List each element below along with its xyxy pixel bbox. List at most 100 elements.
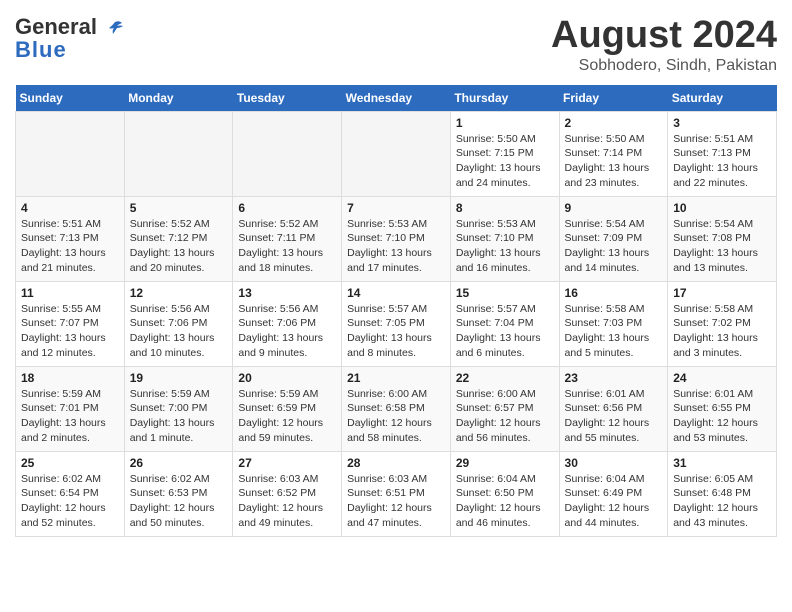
day-info: Sunrise: 5:51 AMSunset: 7:13 PMDaylight:…	[673, 132, 771, 191]
table-cell: 1 Sunrise: 5:50 AMSunset: 7:15 PMDayligh…	[450, 111, 559, 196]
day-number: 7	[347, 201, 445, 215]
day-info: Sunrise: 6:03 AMSunset: 6:51 PMDaylight:…	[347, 472, 445, 531]
table-cell: 4 Sunrise: 5:51 AMSunset: 7:13 PMDayligh…	[16, 196, 125, 281]
day-number: 16	[565, 286, 663, 300]
day-number: 3	[673, 116, 771, 130]
day-info: Sunrise: 6:02 AMSunset: 6:53 PMDaylight:…	[130, 472, 228, 531]
day-info: Sunrise: 5:50 AMSunset: 7:14 PMDaylight:…	[565, 132, 663, 191]
col-wednesday: Wednesday	[342, 85, 451, 112]
table-cell: 27 Sunrise: 6:03 AMSunset: 6:52 PMDaylig…	[233, 451, 342, 536]
col-tuesday: Tuesday	[233, 85, 342, 112]
day-info: Sunrise: 6:05 AMSunset: 6:48 PMDaylight:…	[673, 472, 771, 531]
day-number: 29	[456, 456, 554, 470]
main-title: August 2024	[551, 15, 777, 57]
col-sunday: Sunday	[16, 85, 125, 112]
day-info: Sunrise: 5:58 AMSunset: 7:03 PMDaylight:…	[565, 302, 663, 361]
logo-bird-icon	[105, 18, 125, 38]
table-cell: 24 Sunrise: 6:01 AMSunset: 6:55 PMDaylig…	[668, 366, 777, 451]
day-info: Sunrise: 5:57 AMSunset: 7:05 PMDaylight:…	[347, 302, 445, 361]
table-cell: 5 Sunrise: 5:52 AMSunset: 7:12 PMDayligh…	[124, 196, 233, 281]
day-info: Sunrise: 5:55 AMSunset: 7:07 PMDaylight:…	[21, 302, 119, 361]
day-number: 4	[21, 201, 119, 215]
table-cell: 16 Sunrise: 5:58 AMSunset: 7:03 PMDaylig…	[559, 281, 668, 366]
day-number: 13	[238, 286, 336, 300]
day-info: Sunrise: 5:50 AMSunset: 7:15 PMDaylight:…	[456, 132, 554, 191]
day-number: 5	[130, 201, 228, 215]
table-cell: 28 Sunrise: 6:03 AMSunset: 6:51 PMDaylig…	[342, 451, 451, 536]
table-cell: 26 Sunrise: 6:02 AMSunset: 6:53 PMDaylig…	[124, 451, 233, 536]
day-info: Sunrise: 6:00 AMSunset: 6:58 PMDaylight:…	[347, 387, 445, 446]
day-info: Sunrise: 5:59 AMSunset: 7:01 PMDaylight:…	[21, 387, 119, 446]
table-cell	[16, 111, 125, 196]
table-cell: 3 Sunrise: 5:51 AMSunset: 7:13 PMDayligh…	[668, 111, 777, 196]
table-cell: 6 Sunrise: 5:52 AMSunset: 7:11 PMDayligh…	[233, 196, 342, 281]
logo-blue: Blue	[15, 37, 67, 63]
table-cell: 9 Sunrise: 5:54 AMSunset: 7:09 PMDayligh…	[559, 196, 668, 281]
title-section: August 2024 Sobhodero, Sindh, Pakistan	[551, 15, 777, 75]
table-cell	[233, 111, 342, 196]
table-cell: 15 Sunrise: 5:57 AMSunset: 7:04 PMDaylig…	[450, 281, 559, 366]
page-header: General Blue August 2024 Sobhodero, Sind…	[15, 15, 777, 75]
col-monday: Monday	[124, 85, 233, 112]
day-number: 27	[238, 456, 336, 470]
day-number: 8	[456, 201, 554, 215]
day-info: Sunrise: 6:01 AMSunset: 6:56 PMDaylight:…	[565, 387, 663, 446]
day-number: 23	[565, 371, 663, 385]
day-number: 25	[21, 456, 119, 470]
day-info: Sunrise: 5:54 AMSunset: 7:08 PMDaylight:…	[673, 217, 771, 276]
day-number: 20	[238, 371, 336, 385]
table-cell: 23 Sunrise: 6:01 AMSunset: 6:56 PMDaylig…	[559, 366, 668, 451]
day-number: 28	[347, 456, 445, 470]
table-cell: 31 Sunrise: 6:05 AMSunset: 6:48 PMDaylig…	[668, 451, 777, 536]
table-cell: 19 Sunrise: 5:59 AMSunset: 7:00 PMDaylig…	[124, 366, 233, 451]
col-friday: Friday	[559, 85, 668, 112]
day-number: 6	[238, 201, 336, 215]
day-info: Sunrise: 5:53 AMSunset: 7:10 PMDaylight:…	[347, 217, 445, 276]
week-row-5: 25 Sunrise: 6:02 AMSunset: 6:54 PMDaylig…	[16, 451, 777, 536]
table-cell: 12 Sunrise: 5:56 AMSunset: 7:06 PMDaylig…	[124, 281, 233, 366]
day-info: Sunrise: 6:04 AMSunset: 6:49 PMDaylight:…	[565, 472, 663, 531]
day-info: Sunrise: 5:53 AMSunset: 7:10 PMDaylight:…	[456, 217, 554, 276]
table-cell: 20 Sunrise: 5:59 AMSunset: 6:59 PMDaylig…	[233, 366, 342, 451]
table-cell	[342, 111, 451, 196]
day-info: Sunrise: 5:52 AMSunset: 7:12 PMDaylight:…	[130, 217, 228, 276]
table-cell: 17 Sunrise: 5:58 AMSunset: 7:02 PMDaylig…	[668, 281, 777, 366]
table-cell: 30 Sunrise: 6:04 AMSunset: 6:49 PMDaylig…	[559, 451, 668, 536]
day-number: 21	[347, 371, 445, 385]
day-info: Sunrise: 5:58 AMSunset: 7:02 PMDaylight:…	[673, 302, 771, 361]
col-saturday: Saturday	[668, 85, 777, 112]
day-info: Sunrise: 5:56 AMSunset: 7:06 PMDaylight:…	[238, 302, 336, 361]
day-number: 30	[565, 456, 663, 470]
week-row-2: 4 Sunrise: 5:51 AMSunset: 7:13 PMDayligh…	[16, 196, 777, 281]
day-info: Sunrise: 6:03 AMSunset: 6:52 PMDaylight:…	[238, 472, 336, 531]
day-number: 15	[456, 286, 554, 300]
table-cell: 11 Sunrise: 5:55 AMSunset: 7:07 PMDaylig…	[16, 281, 125, 366]
week-row-1: 1 Sunrise: 5:50 AMSunset: 7:15 PMDayligh…	[16, 111, 777, 196]
day-info: Sunrise: 6:04 AMSunset: 6:50 PMDaylight:…	[456, 472, 554, 531]
table-cell: 13 Sunrise: 5:56 AMSunset: 7:06 PMDaylig…	[233, 281, 342, 366]
day-number: 11	[21, 286, 119, 300]
day-info: Sunrise: 6:02 AMSunset: 6:54 PMDaylight:…	[21, 472, 119, 531]
table-cell: 8 Sunrise: 5:53 AMSunset: 7:10 PMDayligh…	[450, 196, 559, 281]
day-info: Sunrise: 5:57 AMSunset: 7:04 PMDaylight:…	[456, 302, 554, 361]
table-cell: 18 Sunrise: 5:59 AMSunset: 7:01 PMDaylig…	[16, 366, 125, 451]
day-info: Sunrise: 6:00 AMSunset: 6:57 PMDaylight:…	[456, 387, 554, 446]
day-info: Sunrise: 5:54 AMSunset: 7:09 PMDaylight:…	[565, 217, 663, 276]
day-number: 10	[673, 201, 771, 215]
table-cell: 7 Sunrise: 5:53 AMSunset: 7:10 PMDayligh…	[342, 196, 451, 281]
day-number: 14	[347, 286, 445, 300]
day-number: 19	[130, 371, 228, 385]
day-info: Sunrise: 5:59 AMSunset: 6:59 PMDaylight:…	[238, 387, 336, 446]
day-number: 18	[21, 371, 119, 385]
table-cell: 14 Sunrise: 5:57 AMSunset: 7:05 PMDaylig…	[342, 281, 451, 366]
table-cell	[124, 111, 233, 196]
table-cell: 29 Sunrise: 6:04 AMSunset: 6:50 PMDaylig…	[450, 451, 559, 536]
table-cell: 25 Sunrise: 6:02 AMSunset: 6:54 PMDaylig…	[16, 451, 125, 536]
calendar-table: Sunday Monday Tuesday Wednesday Thursday…	[15, 85, 777, 537]
week-row-4: 18 Sunrise: 5:59 AMSunset: 7:01 PMDaylig…	[16, 366, 777, 451]
day-number: 31	[673, 456, 771, 470]
logo: General Blue	[15, 15, 125, 63]
day-info: Sunrise: 5:51 AMSunset: 7:13 PMDaylight:…	[21, 217, 119, 276]
day-number: 1	[456, 116, 554, 130]
day-info: Sunrise: 5:52 AMSunset: 7:11 PMDaylight:…	[238, 217, 336, 276]
